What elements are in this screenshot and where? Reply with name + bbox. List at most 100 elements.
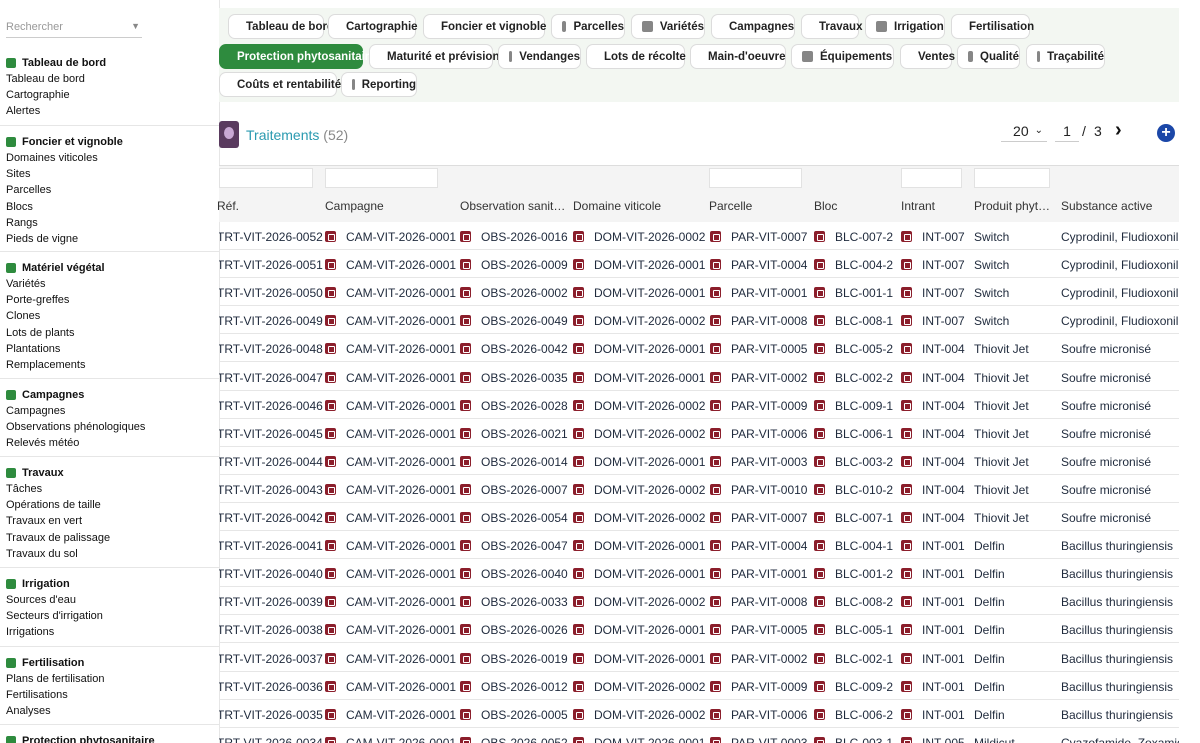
table-cell[interactable]: TRT-VIT-2026-0045 [219,427,323,441]
table-cell[interactable]: OBS-2026-0026 [481,623,568,637]
table-cell[interactable]: CAM-VIT-2026-0001 [346,539,456,553]
nav-tab[interactable]: Qualité [957,44,1020,69]
open-record-icon[interactable] [710,540,721,552]
table-cell[interactable]: DOM-VIT-2026-0001 [594,567,705,581]
table-cell[interactable]: TRT-VIT-2026-0052 [219,230,323,244]
table-cell[interactable]: OBS-2026-0040 [481,567,568,581]
sidebar-group-header[interactable]: Fertilisation [6,656,84,670]
open-record-icon[interactable] [814,540,825,552]
open-record-icon[interactable] [573,399,584,411]
open-record-icon[interactable] [901,736,912,743]
table-row[interactable]: TRT-VIT-2026-0047 CAM-VIT-2026-0001 OBS-20… [219,363,1179,391]
column-header[interactable]: Substance active [1061,199,1152,213]
open-record-icon[interactable] [573,259,584,271]
table-cell[interactable]: OBS-2026-0005 [481,708,568,722]
table-cell[interactable]: CAM-VIT-2026-0001 [346,399,456,413]
table-row[interactable]: TRT-VIT-2026-0034 CAM-VIT-2026-0001 OBS-20… [219,728,1179,743]
table-cell[interactable]: BLC-009-2 [835,680,893,694]
table-cell[interactable]: PAR-VIT-0009 [731,680,807,694]
open-record-icon[interactable] [710,371,721,383]
sidebar-group-header[interactable]: Travaux [6,466,64,480]
open-record-icon[interactable] [573,455,584,467]
sidebar-group-header[interactable]: Campagnes [6,388,84,402]
open-record-icon[interactable] [710,427,721,439]
open-record-icon[interactable] [814,427,825,439]
open-record-icon[interactable] [460,652,471,664]
nav-tab[interactable]: Variétés [631,14,705,39]
sidebar-item[interactable]: Blocs [6,201,33,213]
table-cell[interactable]: OBS-2026-0016 [481,230,568,244]
table-cell[interactable]: OBS-2026-0021 [481,427,568,441]
table-row[interactable]: TRT-VIT-2026-0037 CAM-VIT-2026-0001 OBS-20… [219,644,1179,672]
open-record-icon[interactable] [325,427,336,439]
open-record-icon[interactable] [573,231,584,242]
nav-tab[interactable]: Reporting [341,72,417,97]
open-record-icon[interactable] [710,399,721,411]
table-row[interactable]: TRT-VIT-2026-0043 CAM-VIT-2026-0001 OBS-20… [219,475,1179,503]
open-record-icon[interactable] [814,708,825,720]
table-cell[interactable]: BLC-008-2 [835,595,893,609]
open-record-icon[interactable] [460,231,471,242]
nav-tab[interactable]: Campagnes [711,14,795,39]
open-record-icon[interactable] [573,680,584,692]
open-record-icon[interactable] [710,568,721,580]
table-cell[interactable]: BLC-007-1 [835,511,893,525]
open-record-icon[interactable] [710,624,721,636]
table-cell[interactable]: OBS-2026-0002 [481,286,568,300]
table-cell[interactable]: INT-004 [922,371,965,385]
sidebar-group-header[interactable]: Matériel végétal [6,261,105,275]
column-filter-input[interactable] [901,168,962,188]
open-record-icon[interactable] [573,512,584,523]
open-record-icon[interactable] [814,315,825,327]
table-cell[interactable]: CAM-VIT-2026-0001 [346,314,456,328]
next-page-icon[interactable]: › [1115,119,1122,142]
open-record-icon[interactable] [325,343,336,355]
column-header[interactable]: Campagne [325,199,384,213]
table-cell[interactable]: INT-005 [922,736,965,743]
table-row[interactable]: TRT-VIT-2026-0038 CAM-VIT-2026-0001 OBS-20… [219,615,1179,644]
table-cell[interactable]: PAR-VIT-0001 [731,567,807,581]
open-record-icon[interactable] [814,483,825,495]
table-cell[interactable]: OBS-2026-0049 [481,314,568,328]
table-cell[interactable]: CAM-VIT-2026-0001 [346,595,456,609]
open-record-icon[interactable] [573,315,584,327]
table-cell[interactable]: PAR-VIT-0001 [731,286,807,300]
column-header[interactable]: Parcelle [709,199,752,213]
open-record-icon[interactable] [901,343,912,355]
table-cell[interactable]: DOM-VIT-2026-0001 [594,652,705,666]
table-cell[interactable]: OBS-2026-0042 [481,342,568,356]
table-cell[interactable]: CAM-VIT-2026-0001 [346,708,456,722]
open-record-icon[interactable] [460,399,471,411]
table-cell[interactable]: CAM-VIT-2026-0001 [346,623,456,637]
table-cell[interactable]: BLC-010-2 [835,483,893,497]
nav-tab[interactable]: Coûts et rentabilité [219,72,341,97]
nav-tab[interactable]: Travaux [801,14,862,39]
table-row[interactable]: TRT-VIT-2026-0035 CAM-VIT-2026-0001 OBS-20… [219,700,1179,728]
table-cell[interactable]: BLC-005-2 [835,342,893,356]
open-record-icon[interactable] [460,596,471,608]
table-cell[interactable]: TRT-VIT-2026-0042 [219,511,323,525]
open-record-icon[interactable] [901,231,912,242]
table-cell[interactable]: PAR-VIT-0004 [731,539,807,553]
open-record-icon[interactable] [901,708,912,720]
open-record-icon[interactable] [460,736,471,743]
sidebar-item[interactable]: Pieds de vigne [6,233,78,245]
nav-tab[interactable]: Protection phytosanitaire [219,44,376,69]
sidebar-item[interactable]: Observations phénologiques [6,421,145,433]
table-cell[interactable]: BLC-002-1 [835,652,893,666]
table-cell[interactable]: TRT-VIT-2026-0044 [219,455,323,469]
table-row[interactable]: TRT-VIT-2026-0041 CAM-VIT-2026-0001 OBS-20… [219,531,1179,560]
open-record-icon[interactable] [710,287,721,299]
table-row[interactable]: TRT-VIT-2026-0049 CAM-VIT-2026-0001 OBS-20… [219,306,1179,335]
table-cell[interactable]: PAR-VIT-0003 [731,455,807,469]
open-record-icon[interactable] [573,540,584,552]
table-cell[interactable]: CAM-VIT-2026-0001 [346,230,456,244]
table-cell[interactable]: INT-001 [922,595,965,609]
open-record-icon[interactable] [710,736,721,743]
table-row[interactable]: TRT-VIT-2026-0044 CAM-VIT-2026-0001 OBS-20… [219,447,1179,475]
open-record-icon[interactable] [573,483,584,495]
table-cell[interactable]: CAM-VIT-2026-0001 [346,736,456,743]
open-record-icon[interactable] [325,512,336,523]
table-cell[interactable]: PAR-VIT-0004 [731,258,807,272]
table-cell[interactable]: TRT-VIT-2026-0046 [219,399,323,413]
